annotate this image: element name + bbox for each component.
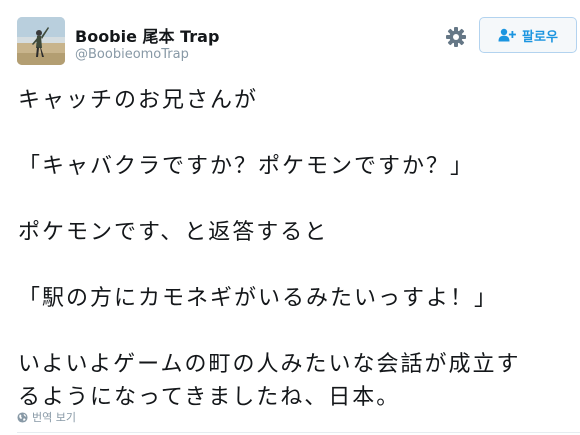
tweet-line: 「キャバクラですか？ポケモンですか？」 <box>18 154 475 179</box>
line-break <box>18 315 570 348</box>
tweet-line: キャッチのお兄さんが <box>18 88 259 113</box>
globe-icon <box>17 411 28 423</box>
tweet-line: いよいよゲームの町の人みたいな会話が成立す <box>18 352 521 377</box>
user-handle[interactable]: @BoobieomoTrap <box>75 47 189 62</box>
translate-link[interactable]: 번역 보기 <box>17 409 76 425</box>
line-break <box>18 183 570 216</box>
add-user-icon <box>498 28 516 42</box>
avatar-image <box>17 17 65 65</box>
tweet-text: キャッチのお兄さんが 「キャバクラですか？ポケモンですか？」 ポケモンです、と返… <box>18 84 570 414</box>
divider <box>17 432 580 433</box>
follow-button-label: 팔로우 <box>522 29 558 45</box>
line-break <box>18 117 570 150</box>
gear-icon[interactable] <box>445 26 467 48</box>
avatar[interactable] <box>17 17 65 65</box>
display-name[interactable]: Boobie 尾本 Trap <box>75 23 219 47</box>
line-break <box>18 249 570 282</box>
translate-label: 번역 보기 <box>32 411 76 424</box>
tweet-line: 「駅の方にカモネギがいるみたいっすよ！」 <box>18 286 499 311</box>
tweet-line: るようになってきましたね、日本。 <box>18 385 401 410</box>
follow-button[interactable]: 팔로우 <box>479 17 577 53</box>
tweet-line: ポケモンです、と返答すると <box>18 220 329 245</box>
tweet-header: Boobie 尾本 Trap @BoobieomoTrap 팔로우 <box>17 17 577 69</box>
